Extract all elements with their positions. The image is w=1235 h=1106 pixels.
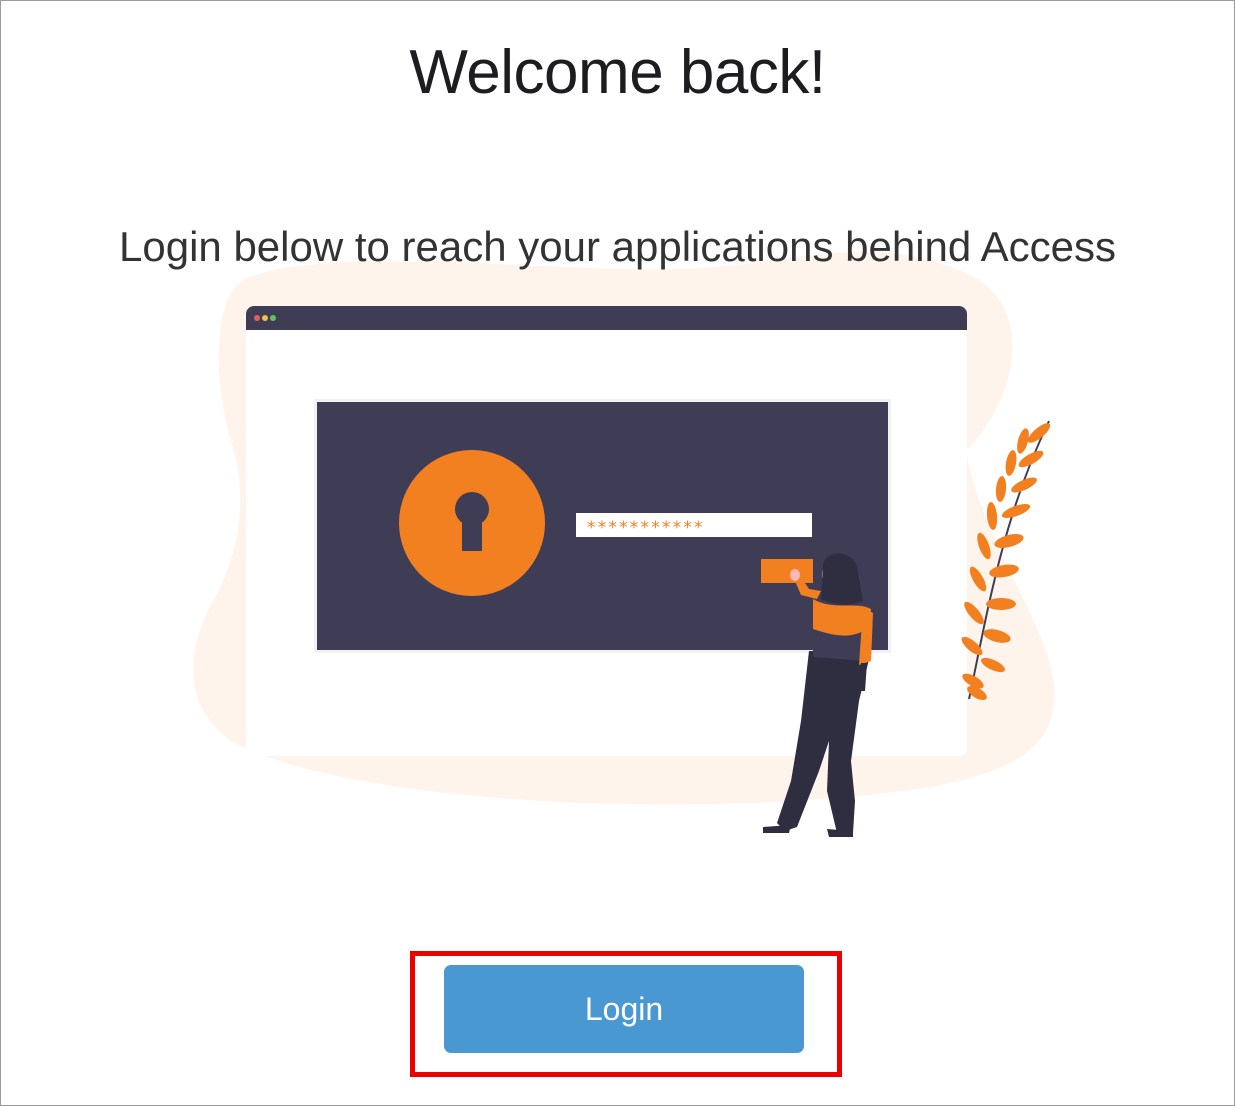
page-subtitle: Login below to reach your applications b… xyxy=(119,223,1116,270)
window-maximize-dot-icon xyxy=(270,315,276,321)
login-screen-graphic: *********** xyxy=(314,399,891,653)
submit-button-graphic xyxy=(761,559,813,583)
login-page: *********** Welcome back! Login below to… xyxy=(0,0,1235,1106)
password-mask: *********** xyxy=(587,518,705,538)
login-button[interactable]: Login xyxy=(444,965,804,1053)
login-illustration: *********** xyxy=(193,251,1055,837)
lock-keyhole-icon xyxy=(399,450,545,596)
page-title: Welcome back! xyxy=(409,38,826,107)
window-close-dot-icon xyxy=(254,315,260,321)
window-minimize-dot-icon xyxy=(262,315,268,321)
